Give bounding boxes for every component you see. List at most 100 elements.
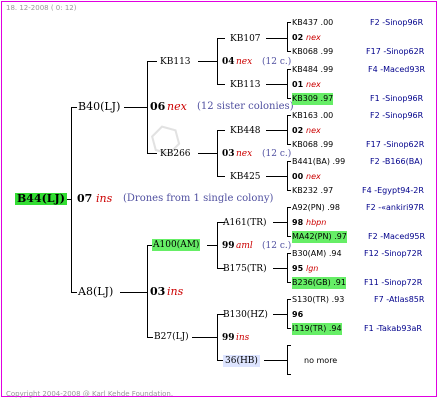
connector	[287, 374, 291, 375]
connector	[287, 328, 291, 329]
gen4-pedigree: F12 -Sinop72R	[364, 249, 423, 258]
gen4-pedigree: F4 -Maced93R	[368, 65, 426, 74]
father-queen[interactable]: B40(LJ)	[78, 101, 120, 113]
gen4-pedigree: F2 -Sinop96R	[370, 111, 424, 120]
mother-queen[interactable]: A8(LJ)	[78, 286, 113, 298]
gen4-label: nex	[306, 33, 321, 42]
gen4-year: 00	[292, 172, 304, 181]
gen2-c[interactable]: A100(AM)	[152, 239, 201, 251]
connector	[287, 282, 291, 283]
gen3-item[interactable]: KB113	[230, 79, 261, 91]
connector	[287, 345, 291, 346]
gen2-b[interactable]: KB266	[160, 148, 191, 160]
gen4-label: hbpn	[306, 218, 327, 227]
gen3-item[interactable]: KB448	[230, 125, 261, 137]
gen4-item[interactable]: KB068 .99	[292, 46, 333, 58]
connector	[273, 268, 288, 269]
connector	[266, 38, 288, 39]
connector	[287, 22, 288, 52]
gen4-item[interactable]: I119(TR) .94	[292, 323, 342, 335]
connector	[217, 38, 225, 39]
gen2-a[interactable]: KB113	[160, 56, 191, 68]
gen3-label: nex	[236, 149, 253, 159]
gen4-year: 95	[292, 264, 304, 273]
gen4-item[interactable]: A92(PN) .98	[292, 202, 340, 214]
gen4-item[interactable]: KB484 .99	[292, 64, 333, 76]
gen3-item[interactable]: A161(TR)	[223, 217, 266, 229]
gen3-item[interactable]: B175(TR)	[223, 263, 267, 275]
connector	[192, 337, 218, 338]
gen3-note: (12 c.)	[262, 149, 292, 159]
connector	[124, 107, 148, 108]
connector	[287, 236, 291, 237]
gen4-item[interactable]: S130(TR) .93	[292, 294, 344, 306]
gen4-pedigree: F2 -«ankiri97R	[366, 203, 425, 212]
gen3-label: ins	[236, 333, 250, 343]
connector	[287, 161, 291, 162]
gen4-label: nex	[306, 80, 321, 89]
gen4-year: 98	[292, 218, 304, 227]
gen2-cd-label: ins	[167, 285, 184, 298]
gen4-item[interactable]: MA42(PN) .97	[292, 231, 347, 243]
gen4-pedigree: F1 -Sinop96R	[370, 94, 424, 103]
root-label: ins	[96, 192, 113, 205]
connector	[287, 51, 291, 52]
gen4-pedigree: F17 -Sinop62R	[366, 140, 425, 149]
gen4-item[interactable]: KB163 .00	[292, 110, 333, 122]
date-stamp: 18. 12-2008 ( 0: 12)	[6, 4, 77, 12]
gen4-label: nex	[306, 126, 321, 135]
gen4-pedigree: F2 -Sinop96R	[370, 18, 424, 27]
connector	[198, 153, 218, 154]
gen3-item[interactable]: KB107	[230, 33, 261, 45]
gen4-item[interactable]: KB232 .97	[292, 185, 333, 197]
root-queen[interactable]: B44(LJ)	[15, 193, 67, 205]
gen2-d[interactable]: B27(LJ)	[154, 331, 189, 343]
connector	[71, 107, 77, 108]
connector	[217, 176, 225, 177]
connector	[287, 98, 291, 99]
root-note: (Drones from 1 single colony)	[123, 193, 274, 204]
gen4-pedigree: F2 -B166(BA)	[370, 157, 423, 166]
connector	[207, 245, 218, 246]
gen3-item[interactable]: B130(HZ)	[223, 309, 268, 321]
gen3-year: 03	[222, 149, 235, 159]
gen2-ab-note: (12 sister colonies)	[197, 101, 294, 112]
gen4-label: nex	[306, 172, 321, 181]
gen4-item[interactable]: B441(BA) .99	[292, 156, 345, 168]
connector	[147, 61, 157, 62]
connector	[287, 207, 291, 208]
connector	[217, 84, 225, 85]
gen2-ab-label: nex	[167, 100, 187, 113]
connector	[266, 84, 288, 85]
gen4-item[interactable]: B30(AM) .94	[292, 248, 342, 260]
gen3-year: 99	[222, 333, 235, 343]
connector	[287, 144, 291, 145]
gen4-pedigree: F11 -Sinop72R	[364, 278, 423, 287]
gen2-ab-year: 06	[150, 100, 166, 113]
connector	[264, 360, 288, 361]
gen4-item[interactable]: KB068 .99	[292, 139, 333, 151]
gen3-item[interactable]: KB425	[230, 171, 261, 183]
gen3-label: nex	[236, 57, 253, 67]
connector	[287, 69, 291, 70]
gen4-item[interactable]: KB309 .97	[292, 93, 334, 105]
gen4-item[interactable]: KB437 .00	[292, 17, 333, 29]
gen4-item[interactable]: B236(GB) .91	[292, 277, 346, 289]
gen4-pedigree: F7 -Atlas85R	[374, 295, 425, 304]
gen3-note: (12 c.)	[262, 57, 292, 67]
gen3-item[interactable]: 36(HB)	[223, 355, 260, 367]
connector	[273, 314, 288, 315]
connector	[147, 337, 153, 338]
gen4-year: 96	[292, 310, 304, 319]
connector	[273, 222, 288, 223]
copyright: Copyright 2004-2008 @ Karl Kehde Foundat…	[6, 390, 174, 398]
gen4-year: 01	[292, 80, 304, 89]
connector	[287, 190, 291, 191]
connector	[147, 153, 157, 154]
gen3-year: 99	[222, 241, 235, 251]
connector	[71, 292, 77, 293]
connector	[71, 107, 72, 293]
gen4-pedigree: F1 -Takab93aR	[364, 324, 422, 333]
gen4-pedigree: F17 -Sinop62R	[366, 47, 425, 56]
gen3-note: (12 c.)	[262, 241, 292, 251]
